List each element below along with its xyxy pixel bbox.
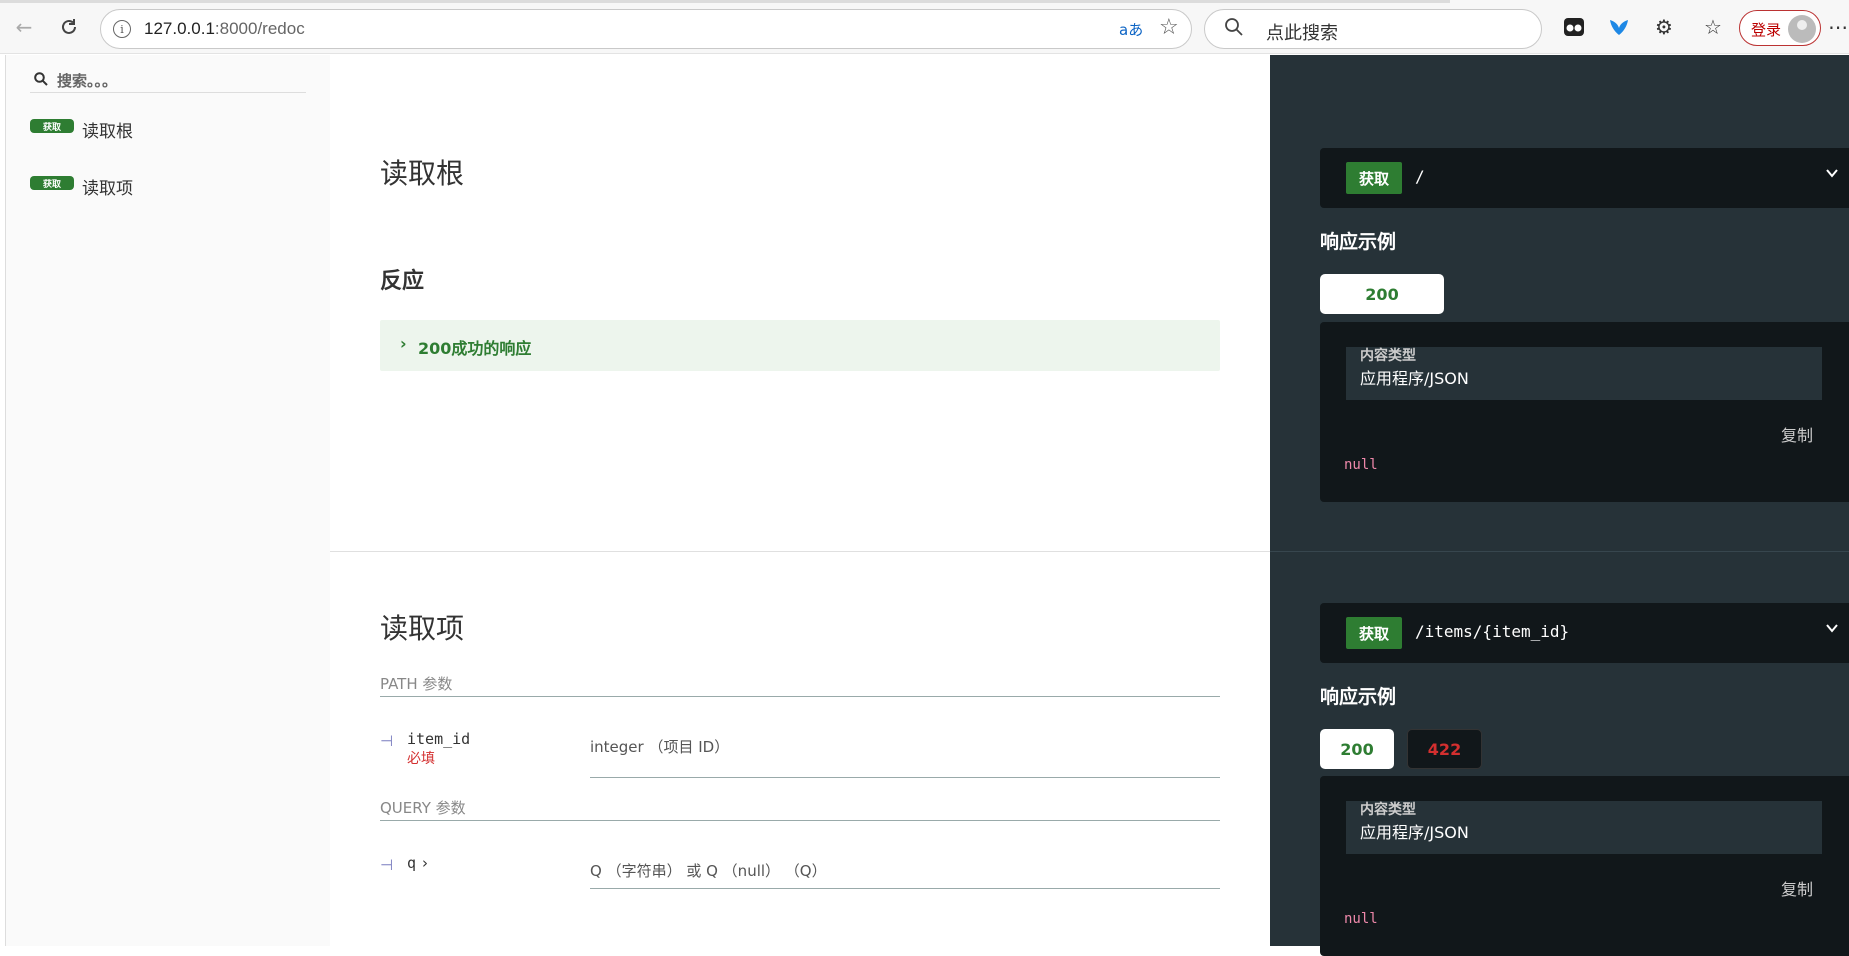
content-type-value: 应用程序/JSON [1360,369,1469,388]
get-badge: 获取 [30,176,74,190]
sidebar: 搜索。。。 获取 读取根 获取 读取项 [5,55,330,946]
response-sample: 内容类型 应用程序/JSON 复制 null [1320,322,1849,502]
sample-body: null [1344,911,1378,927]
reload-button[interactable] [55,13,83,41]
endpoint-path: / [1415,167,1425,186]
translate-icon[interactable]: aあ [1119,19,1143,40]
copy-button[interactable]: 复制 [1781,876,1813,900]
get-badge: 获取 [30,119,74,133]
http-method-badge: 获取 [1346,617,1402,649]
extension-bird-icon[interactable] [1606,14,1632,40]
url-text[interactable]: 127.0.0.1:8000/redoc [144,19,305,39]
search-icon [34,72,48,86]
reload-icon [62,19,76,34]
param-name: q [407,854,417,872]
status-tab-422[interactable]: 422 [1407,729,1482,769]
content-type-label: 内容类型 [1360,348,1416,364]
param-item-id: ⊣ item_id 必填 integer （项目 ID） [380,730,1220,780]
tree-connector-icon: ⊣ [380,856,394,874]
search-icon [1225,18,1243,36]
operation-title: 读取根 [380,157,465,190]
status-tab-200[interactable]: 200 [1320,729,1394,769]
response-200-toggle[interactable]: › 200成功的响应 [380,320,1220,371]
url-host: 127.0.0.1 [144,19,215,38]
query-params-heading: QUERY 参数 [380,797,1220,821]
avatar [1788,15,1816,43]
status-tab-200[interactable]: 200 [1320,274,1444,314]
sidebar-item-label: 读取项 [82,179,133,199]
copy-button[interactable]: 复制 [1781,422,1813,446]
content-type-box: 内容类型 应用程序/JSON [1346,347,1822,400]
browser-toolbar: ← i 127.0.0.1:8000/redoc aあ ☆ 点此搜索 ⚙ ☆ 登… [0,0,1849,54]
operation-title: 读取项 [380,612,465,645]
param-type: Q （字符串） 或 Q （null） （Q） [590,862,827,880]
site-info-icon[interactable]: i [113,20,131,38]
browser-search-box[interactable]: 点此搜索 [1204,9,1542,49]
extension-glasses-icon[interactable] [1561,14,1587,40]
chevron-down-icon [1826,624,1838,633]
param-name: item_id [407,730,471,748]
http-method-badge: 获取 [1346,162,1402,194]
content-type-box: 内容类型 应用程序/JSON [1346,801,1822,854]
path-params-heading: PATH 参数 [380,673,1220,697]
content-type-label: 内容类型 [1360,802,1416,818]
endpoint-toggle[interactable]: 获取 /items/{item_id} [1320,603,1849,663]
param-required: 必填 [407,751,435,767]
chevron-down-icon [1826,169,1838,178]
address-bar[interactable]: i 127.0.0.1:8000/redoc aあ ☆ [100,9,1192,49]
sample-body: null [1344,457,1378,473]
login-button[interactable]: 登录 [1739,10,1821,46]
endpoint-path: /items/{item_id} [1415,622,1570,641]
favorites-icon[interactable]: ☆ [1700,14,1726,40]
responses-heading: 反应 [380,269,425,294]
section-divider [1270,551,1849,552]
response-sample: 内容类型 应用程序/JSON 复制 null [1320,776,1849,956]
param-underline [590,888,1220,889]
section-divider [330,551,1270,552]
more-menu-icon[interactable]: ⋯ [1828,14,1848,40]
tab-strip-edge [0,0,1450,3]
sidebar-item-label: 读取根 [82,122,133,142]
back-button[interactable]: ← [10,13,38,41]
response-samples-heading: 响应示例 [1320,231,1397,253]
expand-chevron-icon[interactable]: › [422,854,428,872]
content-type-value: 应用程序/JSON [1360,823,1469,842]
param-type: integer （项目 ID） [590,738,730,756]
favorite-star-icon[interactable]: ☆ [1159,15,1179,40]
response-200-label: 200成功的响应 [418,339,532,358]
search-placeholder: 点此搜索 [1266,23,1338,44]
response-samples-heading: 响应示例 [1320,686,1397,708]
url-path: :8000/redoc [214,19,305,38]
chevron-right-icon: › [400,334,407,353]
tree-connector-icon: ⊣ [380,732,394,750]
sidebar-search[interactable]: 搜索。。。 [30,63,306,93]
sidebar-search-input[interactable]: 搜索。。。 [57,70,117,91]
param-q[interactable]: ⊣ q › Q （字符串） 或 Q （null） （Q） [380,854,1220,894]
login-label: 登录 [1751,21,1782,39]
extensions-puzzle-icon[interactable]: ⚙ [1651,14,1677,40]
param-underline [590,777,1220,778]
endpoint-toggle[interactable]: 获取 / [1320,148,1849,208]
